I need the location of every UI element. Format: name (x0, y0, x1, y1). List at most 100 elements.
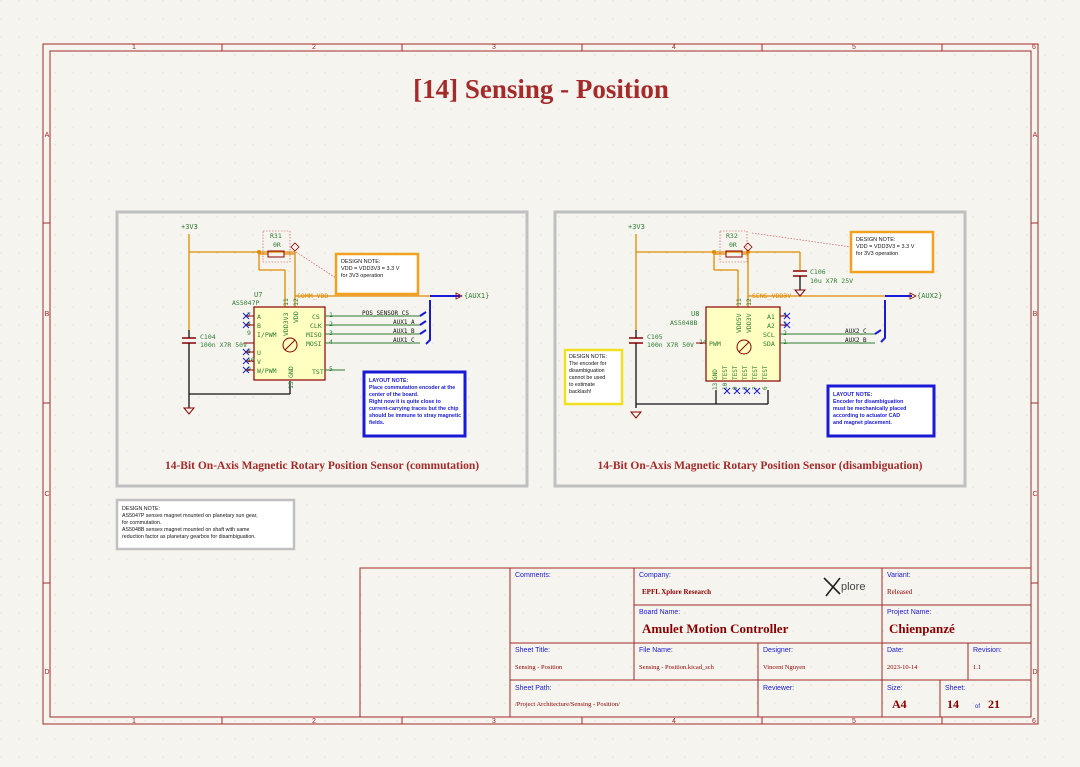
right-resistor-ref: R32 (726, 232, 738, 240)
left-layout-note-l1: Place commutation encoder at the (369, 385, 455, 391)
left-power-label: +3V3 (181, 223, 198, 231)
left-design-note-l0: DESIGN NOTE: (341, 259, 381, 265)
tb-path-label: Sheet Path: (515, 685, 552, 692)
col-label-5: 5 (852, 44, 856, 51)
tb-path: /Project Architecture/Sensing - Position… (515, 701, 620, 708)
left-pin-a: A (257, 313, 261, 321)
row-label-d-r: D (1032, 669, 1037, 676)
right-chip-part: AS5048B (670, 319, 697, 327)
row-label-a-r: A (1033, 132, 1038, 139)
right-net-aux2b: AUX2_B (845, 337, 867, 344)
tb-file: Sensing - Position.kicad_sch (639, 664, 715, 671)
col-label-3: 3 (492, 44, 496, 51)
left-cap-ref: C104 (200, 333, 216, 341)
tb-sheet-title: Sensing - Position (515, 664, 563, 671)
right-encoder-note-l0: DESIGN NOTE: (569, 354, 607, 360)
xplore-logo-text: plore (841, 581, 865, 593)
tb-comments-label: Comments: (515, 572, 551, 579)
right-pin-num-13: 13 (712, 382, 719, 390)
tb-reviewer-label: Reviewer: (763, 685, 794, 692)
bottom-note-l0: DESIGN NOTE: (122, 506, 160, 512)
tb-variant: Released (887, 588, 913, 596)
right-chip-ref: U8 (691, 310, 699, 318)
right-encoder-note-l5: backlash! (569, 389, 591, 395)
tb-company-label: Company: (639, 572, 671, 579)
left-pin-num-ipwm: 9 (247, 329, 251, 337)
left-pin-ipwm: I/PWM (257, 331, 277, 339)
left-pin-tst: TST (312, 368, 324, 376)
right-pin-num-11: 11 (735, 298, 743, 306)
col-label-1b: 1 (132, 718, 136, 725)
col-label-2: 2 (312, 44, 316, 51)
left-pin-v: V (257, 358, 261, 366)
row-label-d: D (44, 669, 49, 676)
right-pin-test5: TEST (762, 365, 769, 380)
right-pin-test3: TEST (742, 365, 749, 380)
left-net-vdd: COMM_VDD (297, 292, 328, 300)
left-pin-num-1: 1 (329, 311, 333, 319)
right-encoder-note-l2: disambiguation (569, 368, 605, 374)
tb-sheet-num: 14 (947, 697, 959, 711)
col-label-2b: 2 (312, 718, 316, 725)
col-label-3b: 3 (492, 718, 496, 725)
right-pin-num-14: 14 (699, 338, 707, 346)
right-design-note-l1: VDD = VDD3V3 = 3.3 V (856, 244, 915, 250)
right-cap2-val: 10u X7R 25V (810, 277, 853, 285)
col-label-5b: 5 (852, 718, 856, 725)
right-net-aux2c: AUX2_C (845, 328, 867, 335)
right-power-label: +3V3 (628, 223, 645, 231)
left-pin-num-5: 5 (329, 365, 333, 373)
left-design-note-l2: for 3V3 operation (341, 273, 383, 279)
tb-revision-label: Revision: (973, 647, 1002, 654)
left-pin-mosi: MOSI (306, 340, 322, 348)
right-pin-gnd: GND (712, 369, 719, 380)
tb-size-label: Size: (887, 685, 903, 692)
col-label-4b: 4 (672, 718, 676, 725)
left-net-aux1a: AUX1_A (393, 319, 415, 326)
left-pin-vdd: VDD (292, 311, 300, 323)
left-layout-note-l0: LAYOUT NOTE: (369, 378, 408, 384)
left-caption: 14-Bit On-Axis Magnetic Rotary Position … (165, 460, 479, 472)
right-pin-num-1: 1 (783, 338, 787, 346)
left-pin-u: U (257, 349, 261, 357)
schematic-sheet: 1 2 3 4 5 6 1 2 3 4 5 6 A B C D A B C D … (0, 0, 1080, 767)
left-layout-note-l4: current-carrying traces but the chip (369, 406, 459, 412)
left-chip-part: AS5047P (232, 299, 259, 307)
right-resistor-val: 0R (729, 241, 737, 249)
row-label-b: B (45, 311, 50, 318)
left-cap-val: 100n X7R 50V (200, 341, 247, 349)
right-pin-test1: TEST (722, 365, 729, 380)
right-pin-pwm: PWM (709, 340, 721, 348)
left-pin-num-2: 2 (329, 320, 333, 328)
left-layout-note-l2: center of the board. (369, 392, 419, 398)
right-layout-note-l2: must be mechanically placed (833, 406, 906, 412)
right-encoder-note-l3: cannot be used (569, 375, 605, 381)
left-pin-cs: CS (312, 313, 320, 321)
col-label-6b: 6 (1032, 718, 1036, 725)
tb-project: Chienpanzé (889, 621, 955, 636)
tb-size: A4 (892, 697, 907, 711)
right-layout-note-l1: Encoder for disambiguation (833, 399, 903, 405)
right-pin-test4: TEST (752, 365, 759, 380)
tb-sheet-title-label: Sheet Title: (515, 647, 550, 654)
left-pin-num-12: 12 (292, 298, 300, 306)
right-bus-label: {AUX2} (917, 292, 942, 300)
right-pin-a2: A2 (767, 322, 775, 330)
right-layout-note-l0: LAYOUT NOTE: (833, 392, 872, 398)
left-net-cs: POS_SENSOR_CS (362, 310, 409, 317)
tb-sheet-total: 21 (988, 697, 1000, 711)
tb-date-label: Date: (887, 647, 904, 654)
right-pin-sda: SDA (763, 340, 775, 348)
page-title: [14] Sensing - Position (413, 74, 669, 104)
right-layout-note-l3: according to actuator CAD (833, 413, 900, 419)
left-resistor-val: 0R (273, 241, 281, 249)
right-layout-note-l4: and magnet placement. (833, 420, 892, 426)
tb-board: Amulet Motion Controller (642, 621, 789, 636)
right-pin-test2: TEST (732, 365, 739, 380)
left-pin-vdd3v3: VDD3V3 (282, 312, 290, 336)
right-pin-a1: A1 (767, 313, 775, 321)
tb-of-label: of (975, 704, 980, 710)
right-caption: 14-Bit On-Axis Magnetic Rotary Position … (598, 460, 923, 472)
tb-sheet-label: Sheet: (945, 685, 965, 692)
left-pin-wpwm: W/PWM (257, 367, 277, 375)
